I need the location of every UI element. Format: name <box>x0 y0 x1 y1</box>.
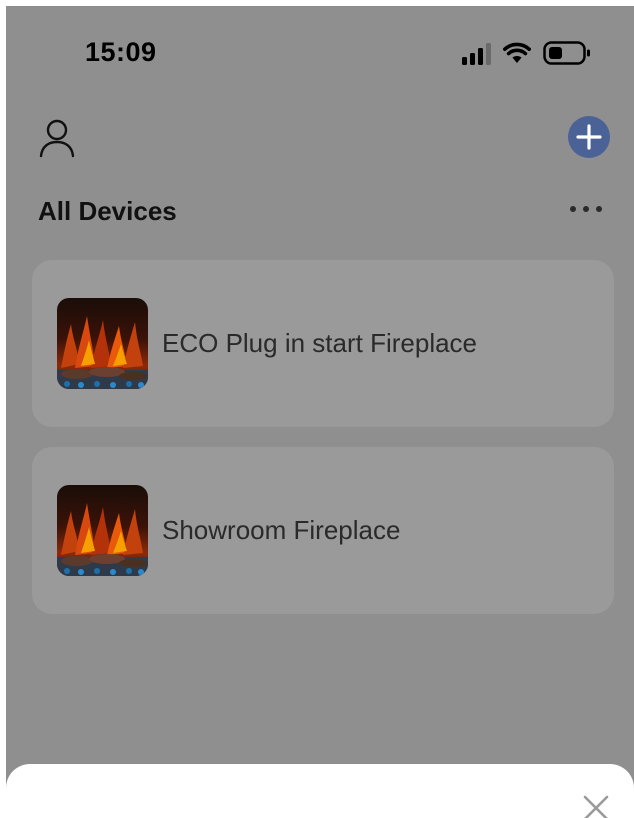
status-bar: 15:09 <box>6 6 634 98</box>
device-name: Showroom Fireplace <box>162 515 401 545</box>
more-horizontal-icon[interactable] <box>568 202 604 216</box>
device-card[interactable]: ECO Plug in start Fireplace <box>32 260 614 427</box>
device-name: ECO Plug in start Fireplace <box>162 328 478 358</box>
plus-icon <box>576 124 602 150</box>
battery-icon <box>543 41 590 65</box>
wifi-icon <box>503 42 531 63</box>
fireplace-thumbnail <box>57 485 148 576</box>
person-icon[interactable] <box>38 118 76 158</box>
page-title: All Devices <box>38 196 177 226</box>
fireplace-thumbnail <box>57 298 148 389</box>
device-card[interactable]: Showroom Fireplace <box>32 447 614 614</box>
app-screen: 15:09 All Devices ECO Plug in start Fire… <box>6 6 634 818</box>
cellular-signal-icon <box>462 43 491 65</box>
status-time: 15:09 <box>85 37 157 67</box>
close-icon[interactable] <box>581 793 611 818</box>
bottom-sheet <box>6 764 634 818</box>
add-device-button[interactable] <box>568 116 610 158</box>
